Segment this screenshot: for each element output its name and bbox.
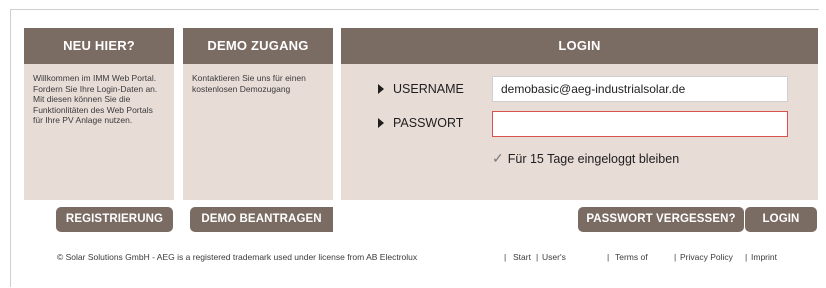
register-button[interactable]: REGISTRIERUNG: [56, 207, 173, 232]
new-here-panel: NEU HIER? Willkommen im IMM Web Portal. …: [24, 28, 174, 200]
remember-me-checkbox[interactable]: ✓ Für 15 Tage eingeloggt bleiben: [492, 150, 679, 167]
demo-request-button[interactable]: DEMO BEANTRAGEN: [190, 207, 333, 232]
footer-separator: |: [504, 252, 507, 262]
footer-link-start[interactable]: Start: [513, 252, 531, 262]
footer-link-privacy[interactable]: Privacy Policy: [680, 252, 733, 262]
password-bullet-icon: [378, 118, 384, 128]
footer-link-users[interactable]: User's: [542, 252, 566, 262]
checkmark-icon: ✓: [492, 150, 504, 166]
username-label: USERNAME: [393, 82, 464, 96]
remember-me-label: Für 15 Tage eingeloggt bleiben: [507, 152, 680, 166]
login-title: LOGIN: [341, 28, 818, 64]
username-input[interactable]: [492, 76, 788, 102]
login-panel: LOGIN USERNAME PASSWORT ✓Für 15 Tage ein…: [341, 28, 818, 200]
new-here-text: Willkommen im IMM Web Portal. Fordern Si…: [33, 73, 158, 125]
password-label: PASSWORT: [393, 116, 464, 130]
footer-separator: |: [607, 252, 610, 262]
password-input[interactable]: [492, 111, 788, 137]
footer-link-terms[interactable]: Terms of: [615, 252, 648, 262]
footer-separator: |: [745, 252, 748, 262]
username-bullet-icon: [378, 84, 384, 94]
demo-text: Kontaktieren Sie uns für einen kostenlos…: [192, 73, 306, 94]
demo-title: DEMO ZUGANG: [183, 28, 333, 64]
copyright-text: © Solar Solutions GmbH - AEG is a regist…: [57, 252, 418, 262]
footer-separator: |: [674, 252, 677, 262]
login-button[interactable]: LOGIN: [745, 207, 817, 232]
footer-link-imprint[interactable]: Imprint: [751, 252, 777, 262]
new-here-title: NEU HIER?: [24, 28, 174, 64]
forgot-password-button[interactable]: PASSWORT VERGESSEN?: [578, 207, 744, 232]
footer-separator: |: [536, 252, 539, 262]
demo-panel: DEMO ZUGANG Kontaktieren Sie uns für ein…: [183, 28, 333, 200]
